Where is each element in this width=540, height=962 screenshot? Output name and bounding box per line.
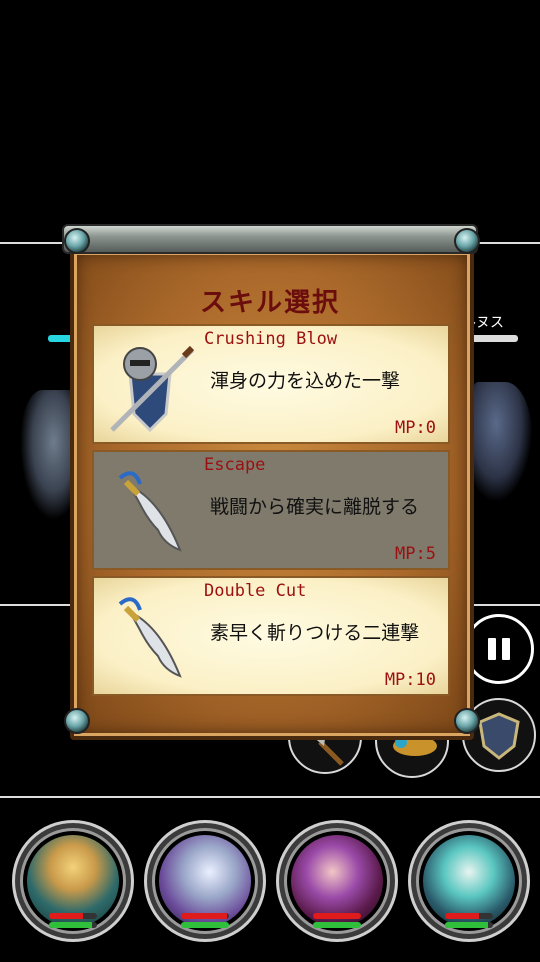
hp-bar bbox=[49, 913, 97, 919]
hp-bar bbox=[445, 913, 493, 919]
hp-bar bbox=[313, 913, 361, 919]
skill-mp-cost: MP:10 bbox=[384, 670, 436, 690]
gem-ornament-left bbox=[64, 228, 90, 254]
skill-name: Double Cut bbox=[204, 581, 307, 601]
party-member-1[interactable] bbox=[12, 820, 134, 942]
monster-right[interactable] bbox=[472, 382, 532, 500]
skill-description: 戦闘から確実に離脱する bbox=[210, 496, 420, 518]
enemy-hp-gauge bbox=[470, 335, 518, 342]
curved-blade-icon bbox=[118, 597, 182, 678]
skill-option-double-cut[interactable]: Double Cut 素早く斬りつける二連撃 MP:10 bbox=[92, 576, 450, 696]
skill-mp-cost: MP:5 bbox=[395, 544, 436, 564]
skill-name: Crushing Blow bbox=[204, 329, 338, 349]
mp-bar bbox=[313, 922, 361, 928]
party-member-4[interactable] bbox=[408, 820, 530, 942]
mp-bar bbox=[445, 922, 493, 928]
pause-icon-bar bbox=[502, 638, 510, 660]
party-member-3[interactable] bbox=[276, 820, 398, 942]
pause-icon-bar bbox=[488, 638, 496, 660]
hp-bar bbox=[181, 913, 229, 919]
mp-bar bbox=[49, 922, 97, 928]
mp-bar bbox=[181, 922, 229, 928]
dialog-title: スキル選択 bbox=[199, 288, 340, 318]
sword-and-shield-icon bbox=[110, 345, 195, 433]
skill-description: 渾身の力を込めた一撃 bbox=[210, 370, 401, 392]
monster-left[interactable] bbox=[20, 390, 76, 520]
gem-ornament-right bbox=[454, 228, 480, 254]
scroll-rod bbox=[62, 224, 478, 254]
skill-option-crushing-blow[interactable]: Crushing Blow 渾身の力を込めた一撃 MP:0 bbox=[92, 324, 450, 444]
curved-blade-icon bbox=[118, 471, 182, 552]
skill-option-escape[interactable]: Escape 戦闘から確実に離脱する MP:5 bbox=[92, 450, 450, 570]
gem-ornament-bottom-left bbox=[64, 708, 90, 734]
skill-name: Escape bbox=[204, 455, 266, 475]
gem-ornament-bottom-right bbox=[454, 708, 480, 734]
skill-description: 素早く斬りつける二連撃 bbox=[210, 622, 420, 644]
party-member-2[interactable] bbox=[144, 820, 266, 942]
skill-mp-cost: MP:0 bbox=[395, 418, 436, 438]
pause-button[interactable] bbox=[464, 614, 534, 684]
